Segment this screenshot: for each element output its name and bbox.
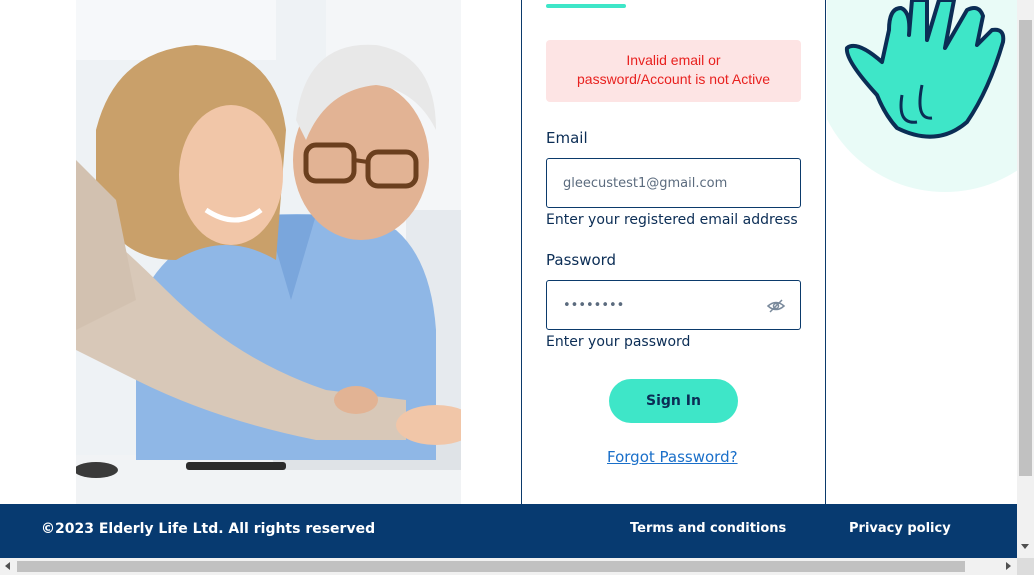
privacy-link[interactable]: Privacy policy xyxy=(849,521,951,536)
footer: ©2023 Elderly Life Ltd. All rights reser… xyxy=(0,504,1017,558)
scrollbar-corner xyxy=(1017,558,1034,575)
horizontal-scrollbar[interactable] xyxy=(0,558,1034,575)
error-message-line1: Invalid email or xyxy=(626,52,721,68)
terms-link[interactable]: Terms and conditions xyxy=(630,521,786,536)
accent-bar xyxy=(546,4,626,8)
scroll-down-icon[interactable] xyxy=(1021,544,1029,549)
email-field[interactable] xyxy=(547,159,747,207)
email-hint: Enter your registered email address xyxy=(546,212,798,228)
password-label: Password xyxy=(546,251,617,269)
hero-photo xyxy=(76,0,461,504)
login-panel: Invalid email or password/Account is not… xyxy=(521,0,826,504)
forgot-password-link[interactable]: Forgot Password? xyxy=(607,448,738,466)
password-field[interactable] xyxy=(547,281,747,329)
eye-slash-icon[interactable] xyxy=(766,296,786,316)
email-field-wrapper xyxy=(546,158,801,208)
email-label: Email xyxy=(546,129,588,147)
scroll-left-icon[interactable] xyxy=(5,562,10,570)
copyright-text: ©2023 Elderly Life Ltd. All rights reser… xyxy=(41,521,376,537)
decoration-panel xyxy=(827,0,1017,504)
login-page: Invalid email or password/Account is not… xyxy=(0,0,1034,575)
password-hint: Enter your password xyxy=(546,334,691,350)
error-message-line2: password/Account is not Active xyxy=(577,71,770,87)
horizontal-scroll-thumb[interactable] xyxy=(17,561,965,572)
sign-in-button[interactable]: Sign In xyxy=(609,379,738,423)
vertical-scroll-thumb[interactable] xyxy=(1019,20,1032,476)
error-alert: Invalid email or password/Account is not… xyxy=(546,40,801,102)
vertical-scrollbar[interactable] xyxy=(1017,0,1034,558)
scroll-right-icon[interactable] xyxy=(1006,562,1011,570)
password-field-wrapper xyxy=(546,280,801,330)
